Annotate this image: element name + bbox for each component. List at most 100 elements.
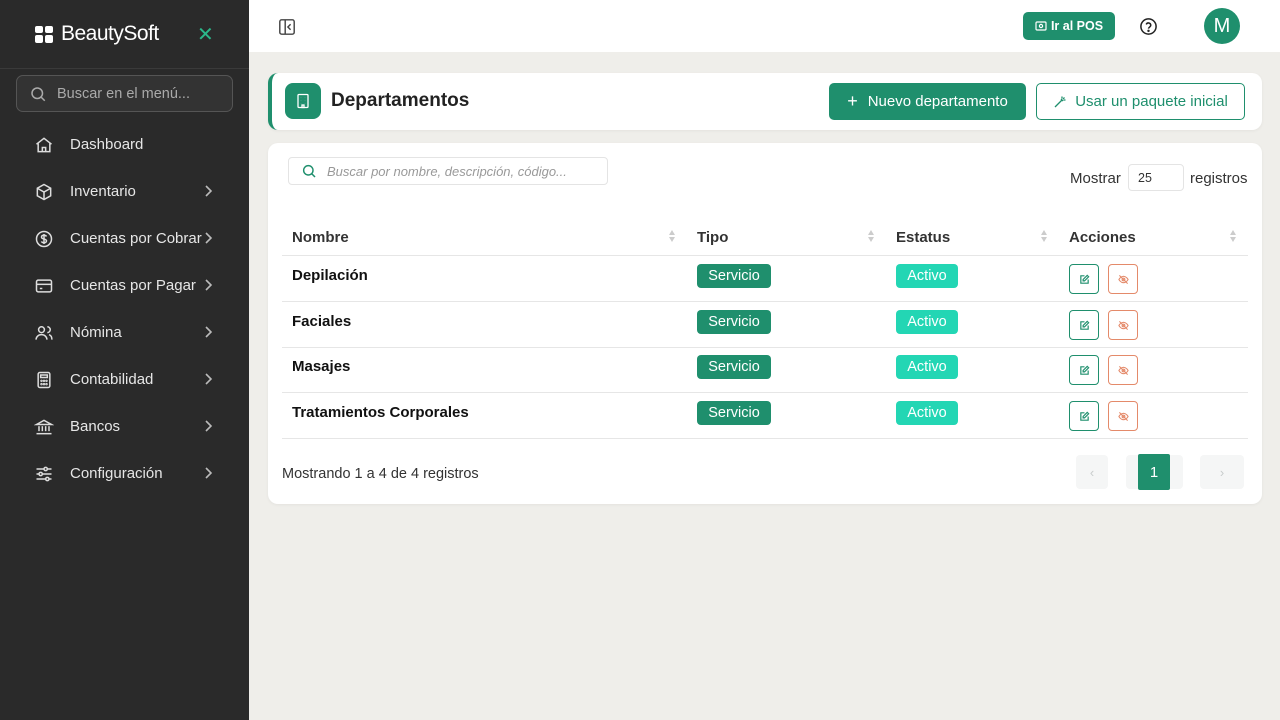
deactivate-button[interactable] — [1108, 355, 1138, 385]
department-name: Tratamientos Corporales — [292, 404, 469, 421]
pagination-page-1[interactable]: 1 — [1138, 454, 1170, 490]
eye-off-icon — [1117, 365, 1129, 375]
edit-icon — [1079, 365, 1089, 375]
status-badge: Activo — [896, 355, 958, 379]
table-search-input[interactable] — [327, 163, 607, 179]
sort-icon[interactable] — [668, 227, 676, 245]
eye-off-icon — [1117, 411, 1129, 421]
department-name: Depilación — [292, 267, 368, 284]
sidebar-item-label: Dashboard — [70, 136, 144, 153]
sort-icon[interactable] — [1229, 227, 1237, 245]
sidebar-item-label: Cuentas por Pagar — [70, 277, 196, 294]
chevron-right-icon — [205, 232, 213, 244]
status-badge: Activo — [896, 264, 958, 288]
sidebar-search-input[interactable] — [57, 85, 227, 102]
page-size-suffix: registros — [1190, 170, 1248, 187]
sidebar-item-bancos[interactable]: Bancos — [0, 403, 249, 450]
deactivate-button[interactable] — [1108, 310, 1138, 340]
users-icon — [34, 323, 54, 343]
brand-logo-icon — [35, 25, 54, 43]
sort-icon[interactable] — [1040, 227, 1048, 245]
page-title: Departamentos — [331, 90, 470, 111]
home-icon — [34, 135, 54, 155]
chevron-right-icon — [205, 185, 213, 197]
edit-button[interactable] — [1069, 310, 1099, 340]
new-department-button[interactable]: + Nuevo departamento — [829, 83, 1026, 120]
go-to-pos-label: Ir al POS — [1050, 19, 1104, 33]
sidebar-toggle-icon[interactable] — [278, 18, 296, 36]
close-sidebar-icon[interactable]: ✕ — [197, 22, 214, 47]
sidebar-nav: Dashboard Inventario Cuentas por Cobrar … — [0, 121, 249, 497]
deactivate-button[interactable] — [1108, 401, 1138, 431]
deactivate-button[interactable] — [1108, 264, 1138, 294]
sidebar-item-cuentas-por-cobrar[interactable]: Cuentas por Cobrar — [0, 215, 249, 262]
edit-button[interactable] — [1069, 355, 1099, 385]
sidebar-item-label: Contabilidad — [70, 371, 154, 388]
chevron-right-icon — [205, 467, 213, 479]
sidebar: BeautySoft ✕ Dashboard Inventario Cuenta… — [0, 0, 249, 720]
departments-table-card: Mostrar registros Nombre Tipo Estatus Ac… — [268, 143, 1262, 504]
pagination-next-button[interactable]: › — [1200, 455, 1244, 489]
sidebar-item-label: Bancos — [70, 418, 121, 435]
use-starter-package-label: Usar un paquete inicial — [1075, 93, 1228, 110]
edit-icon — [1079, 320, 1089, 330]
type-badge: Servicio — [697, 355, 771, 379]
sidebar-item-nomina[interactable]: Nómina — [0, 309, 249, 356]
sidebar-item-inventario[interactable]: Inventario — [0, 168, 249, 215]
status-badge: Activo — [896, 401, 958, 425]
table-row: Faciales Servicio Activo — [282, 302, 1248, 348]
column-header-estatus[interactable]: Estatus — [896, 229, 950, 246]
chevron-right-icon — [205, 279, 213, 291]
use-starter-package-button[interactable]: Usar un paquete inicial — [1036, 83, 1245, 120]
search-icon — [302, 164, 316, 178]
sidebar-item-label: Configuración — [70, 465, 163, 482]
page-size-label: Mostrar — [1070, 170, 1121, 187]
chevron-right-icon — [205, 326, 213, 338]
column-header-nombre[interactable]: Nombre — [292, 229, 349, 246]
edit-button[interactable] — [1069, 264, 1099, 294]
column-header-tipo[interactable]: Tipo — [697, 229, 728, 246]
department-name: Faciales — [292, 313, 352, 330]
chevron-right-icon — [205, 420, 213, 432]
magic-wand-icon — [1054, 96, 1066, 107]
eye-off-icon — [1117, 320, 1129, 330]
sidebar-item-contabilidad[interactable]: Contabilidad — [0, 356, 249, 403]
search-icon — [31, 86, 46, 101]
sort-icon[interactable] — [867, 227, 875, 245]
edit-icon — [1079, 411, 1089, 421]
sidebar-item-dashboard[interactable]: Dashboard — [0, 121, 249, 168]
sidebar-item-cuentas-por-pagar[interactable]: Cuentas por Pagar — [0, 262, 249, 309]
plus-icon: + — [847, 91, 858, 111]
table-search — [288, 157, 608, 185]
box-icon — [34, 182, 54, 202]
topbar: Ir al POS M — [249, 0, 1280, 52]
chevron-right-icon — [205, 373, 213, 385]
cash-icon — [1035, 21, 1047, 31]
eye-off-icon — [1117, 274, 1129, 284]
sidebar-item-label: Inventario — [70, 183, 136, 200]
sidebar-item-label: Nómina — [70, 324, 122, 341]
brand: BeautySoft ✕ — [0, 0, 249, 69]
department-name: Masajes — [292, 358, 351, 375]
brand-name: BeautySoft — [61, 22, 159, 45]
page-header: Departamentos + Nuevo departamento Usar … — [268, 73, 1262, 130]
page-size-input[interactable] — [1128, 164, 1184, 191]
sidebar-item-configuracion[interactable]: Configuración — [0, 450, 249, 497]
column-header-acciones: Acciones — [1069, 229, 1136, 246]
type-badge: Servicio — [697, 264, 771, 288]
table-row: Masajes Servicio Activo — [282, 347, 1248, 393]
edit-icon — [1079, 274, 1089, 284]
dollar-circle-icon — [34, 229, 54, 249]
go-to-pos-button[interactable]: Ir al POS — [1023, 12, 1115, 40]
avatar[interactable]: M — [1204, 8, 1240, 44]
sliders-icon — [34, 464, 54, 484]
edit-button[interactable] — [1069, 401, 1099, 431]
building-icon — [285, 83, 321, 119]
help-icon[interactable] — [1139, 17, 1158, 36]
sidebar-search — [16, 75, 233, 112]
bank-icon — [34, 417, 54, 437]
new-department-label: Nuevo departamento — [867, 93, 1008, 110]
pagination-prev-button[interactable]: ‹ — [1076, 455, 1108, 489]
type-badge: Servicio — [697, 401, 771, 425]
sidebar-item-label: Cuentas por Cobrar — [70, 230, 202, 247]
